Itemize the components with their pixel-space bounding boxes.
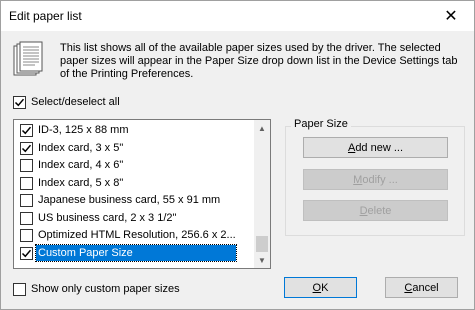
info-text: This list shows all of the available pap… — [60, 42, 458, 80]
paper-list-item[interactable]: Index card, 4 x 6" — [14, 157, 254, 174]
paper-item-checkbox[interactable] — [20, 246, 33, 260]
paper-size-group-title: Paper Size — [291, 118, 351, 130]
show-custom-label: Show only custom paper sizes — [31, 283, 180, 295]
paper-list-item[interactable]: Index card, 3 x 5" — [14, 140, 254, 157]
checkmark-icon — [14, 98, 25, 107]
paper-list-item[interactable]: Index card, 5 x 8" — [14, 175, 254, 192]
modify-button[interactable]: Modify ... — [303, 169, 448, 190]
scroll-thumb[interactable] — [256, 236, 268, 252]
edit-paper-list-dialog: Edit paper list ✕ This list shows all of… — [0, 0, 475, 310]
paper-item-checkbox[interactable] — [20, 211, 33, 225]
window-title: Edit paper list — [9, 9, 82, 23]
list-scrollbar[interactable]: ▲ ▼ — [254, 120, 270, 268]
paper-list-item[interactable]: Japanese business card, 55 x 91 mm — [14, 192, 254, 209]
paper-item-checkbox[interactable] — [20, 159, 33, 172]
checkmark-icon — [21, 126, 32, 135]
scroll-down-arrow[interactable]: ▼ — [254, 252, 270, 268]
checkmark-icon — [21, 249, 32, 257]
paper-size-list[interactable]: ID-3, 125 x 88 mm Index card, 3 x 5" Index… — [13, 119, 271, 269]
paper-item-checkbox[interactable] — [20, 124, 33, 137]
cancel-button[interactable]: Cancel — [385, 277, 458, 298]
paper-item-checkbox[interactable] — [20, 176, 33, 190]
close-button[interactable]: ✕ — [428, 1, 474, 31]
paper-item-label: Index card, 4 x 6" — [38, 159, 124, 171]
paper-list-item[interactable]: Custom Paper Size — [14, 243, 254, 262]
paper-item-label: Index card, 3 x 5" — [38, 141, 124, 154]
paper-item-label: ID-3, 125 x 88 mm — [38, 124, 129, 136]
paper-item-label: Custom Paper Size — [35, 243, 237, 262]
select-all-checkbox[interactable] — [13, 96, 26, 109]
paper-item-label: Index card, 5 x 8" — [38, 176, 124, 189]
select-all-label: Select/deselect all — [31, 96, 120, 108]
paper-item-checkbox[interactable] — [20, 194, 33, 207]
paper-list-item[interactable]: US business card, 2 x 3 1/2" — [14, 210, 254, 227]
document-stack-icon — [13, 41, 43, 76]
paper-item-label: US business card, 2 x 3 1/2" — [38, 211, 177, 224]
paper-list-item[interactable]: Optimized HTML Resolution, 256.6 x 2... — [14, 227, 254, 244]
paper-item-label: Japanese business card, 55 x 91 mm — [38, 194, 221, 206]
paper-list-item[interactable]: ID-3, 125 x 88 mm — [14, 122, 254, 139]
title-bar[interactable]: Edit paper list ✕ — [1, 1, 474, 31]
add-new-button[interactable]: Add new ... — [303, 137, 448, 158]
scroll-up-arrow[interactable]: ▲ — [254, 120, 270, 136]
close-icon: ✕ — [444, 8, 458, 25]
paper-item-checkbox[interactable] — [20, 141, 33, 155]
paper-item-checkbox[interactable] — [20, 229, 33, 242]
ok-button[interactable]: OK — [284, 277, 357, 298]
show-custom-checkbox[interactable] — [13, 283, 26, 296]
delete-button[interactable]: Delete — [303, 200, 448, 221]
checkmark-icon — [21, 144, 32, 152]
paper-item-label: Optimized HTML Resolution, 256.6 x 2... — [38, 229, 236, 241]
